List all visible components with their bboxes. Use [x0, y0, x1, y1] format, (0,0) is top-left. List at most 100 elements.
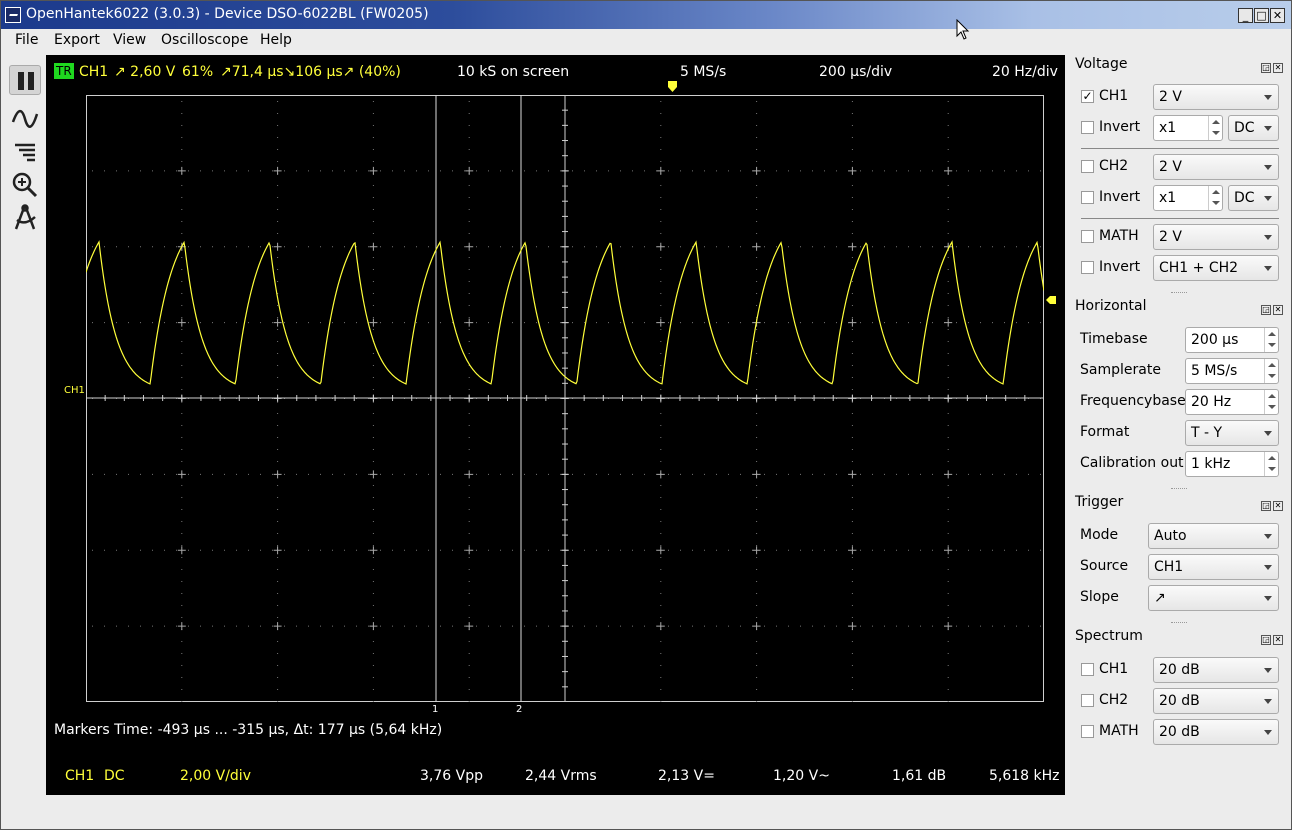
ch1-checkbox[interactable]: ✓	[1081, 90, 1094, 103]
math-invert-checkbox[interactable]	[1081, 261, 1094, 274]
trigger-position-marker[interactable]	[668, 81, 678, 93]
grid-dot	[468, 101, 470, 102]
ch2-invert-checkbox[interactable]	[1081, 191, 1094, 204]
ch1-gain-select[interactable]: 2 V	[1153, 84, 1279, 110]
spin-arrows-icon[interactable]	[1264, 328, 1278, 352]
spectrum-ch1-checkbox[interactable]	[1081, 663, 1094, 676]
dock-resize-grip[interactable]	[1171, 292, 1187, 295]
trigger-mode-select[interactable]: Auto	[1148, 523, 1279, 549]
grid-dot	[428, 170, 429, 172]
timebase-spinbox[interactable]: 200 µs	[1185, 327, 1279, 353]
grid-dot	[224, 322, 225, 324]
close-button[interactable]: ✕	[1270, 8, 1285, 23]
spin-arrows-icon[interactable]	[1264, 359, 1278, 383]
menu-oscilloscope[interactable]: Oscilloscope	[161, 32, 248, 48]
minimize-button[interactable]: _	[1238, 8, 1253, 23]
spin-arrows-icon[interactable]	[1208, 186, 1222, 210]
marker-1-label[interactable]: 1	[432, 704, 438, 715]
spectrum-ch1-select[interactable]: 20 dB	[1153, 657, 1279, 683]
header-samplerate: 5 MS/s	[680, 64, 727, 80]
ch1-probe-spinbox[interactable]: x1	[1153, 115, 1223, 141]
footer-vpp: 3,76 Vpp	[420, 768, 483, 784]
grid-dot	[468, 233, 470, 234]
scope-display[interactable]: TR CH1 ↗ 2,60 V 61% ↗71,4 µs↘106 µs↗ (40…	[46, 55, 1065, 795]
spectrum-math-checkbox[interactable]	[1081, 725, 1094, 738]
lines-button[interactable]	[9, 137, 41, 167]
math-mode-select[interactable]: CH1 + CH2	[1153, 255, 1279, 281]
grid-dot	[372, 437, 374, 438]
math-checkbox[interactable]	[1081, 230, 1094, 243]
grid-dot	[660, 701, 662, 702]
maximize-button[interactable]: □	[1254, 8, 1269, 23]
grid-dot	[372, 233, 374, 234]
spectrum-ch2-select[interactable]: 20 dB	[1153, 688, 1279, 714]
menu-view[interactable]: View	[113, 32, 146, 48]
wave-icon	[11, 109, 39, 128]
menu-file[interactable]: File	[15, 32, 38, 48]
frequencybase-spinbox[interactable]: 20 Hz	[1185, 389, 1279, 415]
spectrum-ch2-checkbox[interactable]	[1081, 694, 1094, 707]
spectrum-dock-buttons[interactable]: ◲ ✕	[1259, 630, 1285, 645]
menu-export[interactable]: Export	[54, 32, 100, 48]
title-bar[interactable]: OpenHantek6022 (3.0.3) - Device DSO-6022…	[1, 1, 1291, 29]
samplerate-spinbox[interactable]: 5 MS/s	[1185, 358, 1279, 384]
ch2-probe-spinbox[interactable]: x1	[1153, 185, 1223, 211]
grid-dot	[277, 257, 279, 258]
ch2-gain-select[interactable]: 2 V	[1153, 154, 1279, 180]
grid-dot	[851, 233, 853, 234]
trigger-level-marker[interactable]	[1046, 296, 1057, 305]
grid-dot	[92, 246, 93, 248]
ch2-invert-label: Invert	[1099, 189, 1141, 205]
marker-2-label[interactable]: 2	[516, 704, 522, 715]
grid-dot	[947, 281, 949, 282]
pause-button[interactable]	[9, 65, 41, 95]
calibration-spinbox[interactable]: 1 kHz	[1185, 451, 1279, 477]
grid-dot	[660, 353, 662, 354]
trigger-source-select[interactable]: CH1	[1148, 554, 1279, 580]
grid-dot	[608, 549, 609, 551]
grid-dot	[851, 569, 853, 570]
spin-arrows-icon[interactable]	[1264, 390, 1278, 414]
ch1-invert-checkbox[interactable]	[1081, 121, 1094, 134]
grid-dot	[356, 322, 357, 324]
grid-dot	[468, 161, 470, 162]
trigger-dock-buttons[interactable]: ◲ ✕	[1259, 496, 1285, 511]
grid-dot	[872, 625, 873, 627]
grid-dot	[692, 473, 693, 475]
scope-grid[interactable]	[86, 95, 1044, 702]
grid-dot	[851, 509, 853, 510]
grid-dot	[632, 170, 633, 172]
spin-arrows-icon[interactable]	[1208, 116, 1222, 140]
grid-dot	[468, 701, 470, 702]
measure-button[interactable]	[9, 202, 41, 232]
horizontal-dock-buttons[interactable]: ◲ ✕	[1259, 300, 1285, 315]
dock-resize-grip[interactable]	[1171, 622, 1187, 625]
zoom-button[interactable]	[9, 169, 41, 199]
grid-dot	[851, 149, 853, 150]
dock-resize-grip[interactable]	[1171, 488, 1187, 491]
grid-dot	[476, 246, 477, 248]
spectrum-section-title: Spectrum	[1075, 628, 1143, 644]
grid-dot	[756, 197, 758, 198]
grid-dot	[284, 322, 285, 324]
voltage-dock-buttons[interactable]: ◲ ✕	[1259, 58, 1285, 73]
menu-help[interactable]: Help	[260, 32, 292, 48]
app-icon	[5, 7, 21, 23]
grid-dot	[896, 549, 897, 551]
wave-button[interactable]	[9, 104, 41, 134]
ch2-coupling-select[interactable]: DC	[1228, 185, 1279, 211]
format-select[interactable]: T - Y	[1185, 420, 1279, 446]
spectrum-math-select[interactable]: 20 dB	[1153, 719, 1279, 745]
grid-dot	[947, 605, 949, 606]
ch1-coupling-select[interactable]: DC	[1228, 115, 1279, 141]
ch2-checkbox[interactable]	[1081, 160, 1094, 173]
grid-dot	[956, 625, 957, 627]
grid-dot	[788, 170, 789, 172]
grid-dot	[524, 170, 525, 172]
math-gain-select[interactable]: 2 V	[1153, 224, 1279, 250]
trigger-slope-select[interactable]: ↗	[1148, 585, 1279, 611]
spin-arrows-icon[interactable]	[1264, 452, 1278, 476]
trigger-section-title: Trigger	[1075, 494, 1124, 510]
grid-dot	[488, 473, 489, 475]
grid-dot	[468, 437, 470, 438]
